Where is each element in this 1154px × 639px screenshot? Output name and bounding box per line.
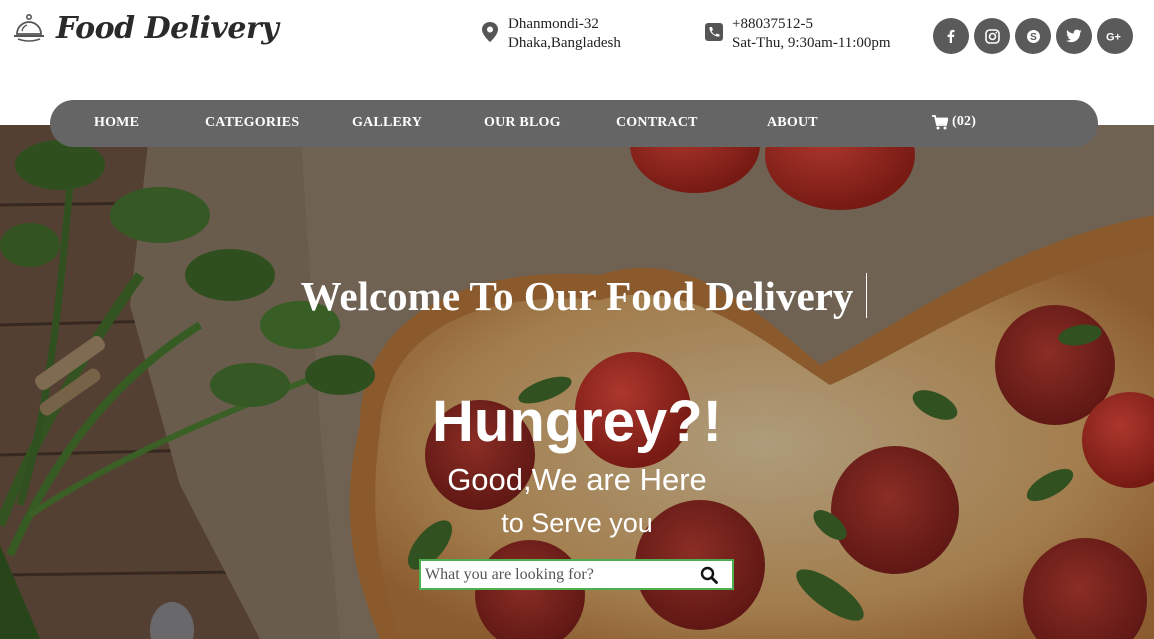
twitter-icon[interactable] bbox=[1056, 18, 1092, 54]
welcome-heading: Welcome To Our Food Delivery bbox=[300, 273, 854, 319]
opening-hours: Sat-Thu, 9:30am-11:00pm bbox=[732, 35, 891, 51]
nav-our-blog[interactable]: OUR BLOG bbox=[484, 115, 561, 131]
nav-about[interactable]: ABOUT bbox=[767, 115, 818, 131]
search-bar bbox=[419, 559, 734, 590]
hero-headline: Hungrey?! bbox=[432, 389, 722, 454]
main-navigation: HOME CATEGORIES GALLERY OUR BLOG CONTRAC… bbox=[50, 100, 1098, 147]
social-links: S G+ bbox=[933, 18, 1133, 54]
phone-icon bbox=[705, 23, 723, 41]
brand-name: Food Delivery bbox=[56, 11, 279, 46]
svg-text:S: S bbox=[1030, 32, 1037, 43]
phone-block: +88037512-5 Sat-Thu, 9:30am-11:00pm bbox=[704, 15, 891, 53]
search-icon bbox=[700, 566, 718, 584]
google-plus-icon[interactable]: G+ bbox=[1097, 18, 1133, 54]
address-block: Dhanmondi-32 Dhaka,Bangladesh bbox=[480, 15, 621, 53]
address-line-2: Dhaka,Bangladesh bbox=[508, 35, 621, 51]
nav-home[interactable]: HOME bbox=[94, 115, 139, 131]
facebook-icon[interactable] bbox=[933, 18, 969, 54]
shopping-cart-icon bbox=[932, 114, 948, 129]
nav-gallery[interactable]: GALLERY bbox=[352, 115, 422, 131]
search-input[interactable] bbox=[421, 561, 691, 588]
cart-count: (02) bbox=[952, 114, 977, 129]
skype-icon[interactable]: S bbox=[1015, 18, 1051, 54]
instagram-icon[interactable] bbox=[974, 18, 1010, 54]
nav-contract[interactable]: CONTRACT bbox=[616, 115, 698, 131]
brand-logo[interactable]: Food Delivery bbox=[12, 11, 279, 46]
hero-subline-1: Good,We are Here bbox=[447, 462, 707, 497]
address-line-1: Dhanmondi-32 bbox=[508, 16, 599, 32]
site-header: Food Delivery Dhanmondi-32 Dhaka,Banglad… bbox=[0, 0, 1154, 100]
cart-button[interactable]: (02) bbox=[932, 114, 976, 130]
search-button[interactable] bbox=[691, 561, 727, 588]
cloche-icon bbox=[14, 13, 44, 42]
hero-subline-2: to Serve you bbox=[501, 508, 653, 538]
phone-number[interactable]: +88037512-5 bbox=[732, 15, 891, 34]
svg-text:G+: G+ bbox=[1106, 32, 1121, 43]
typing-cursor bbox=[866, 273, 867, 318]
map-marker-icon bbox=[482, 22, 498, 42]
nav-categories[interactable]: CATEGORIES bbox=[205, 115, 299, 131]
